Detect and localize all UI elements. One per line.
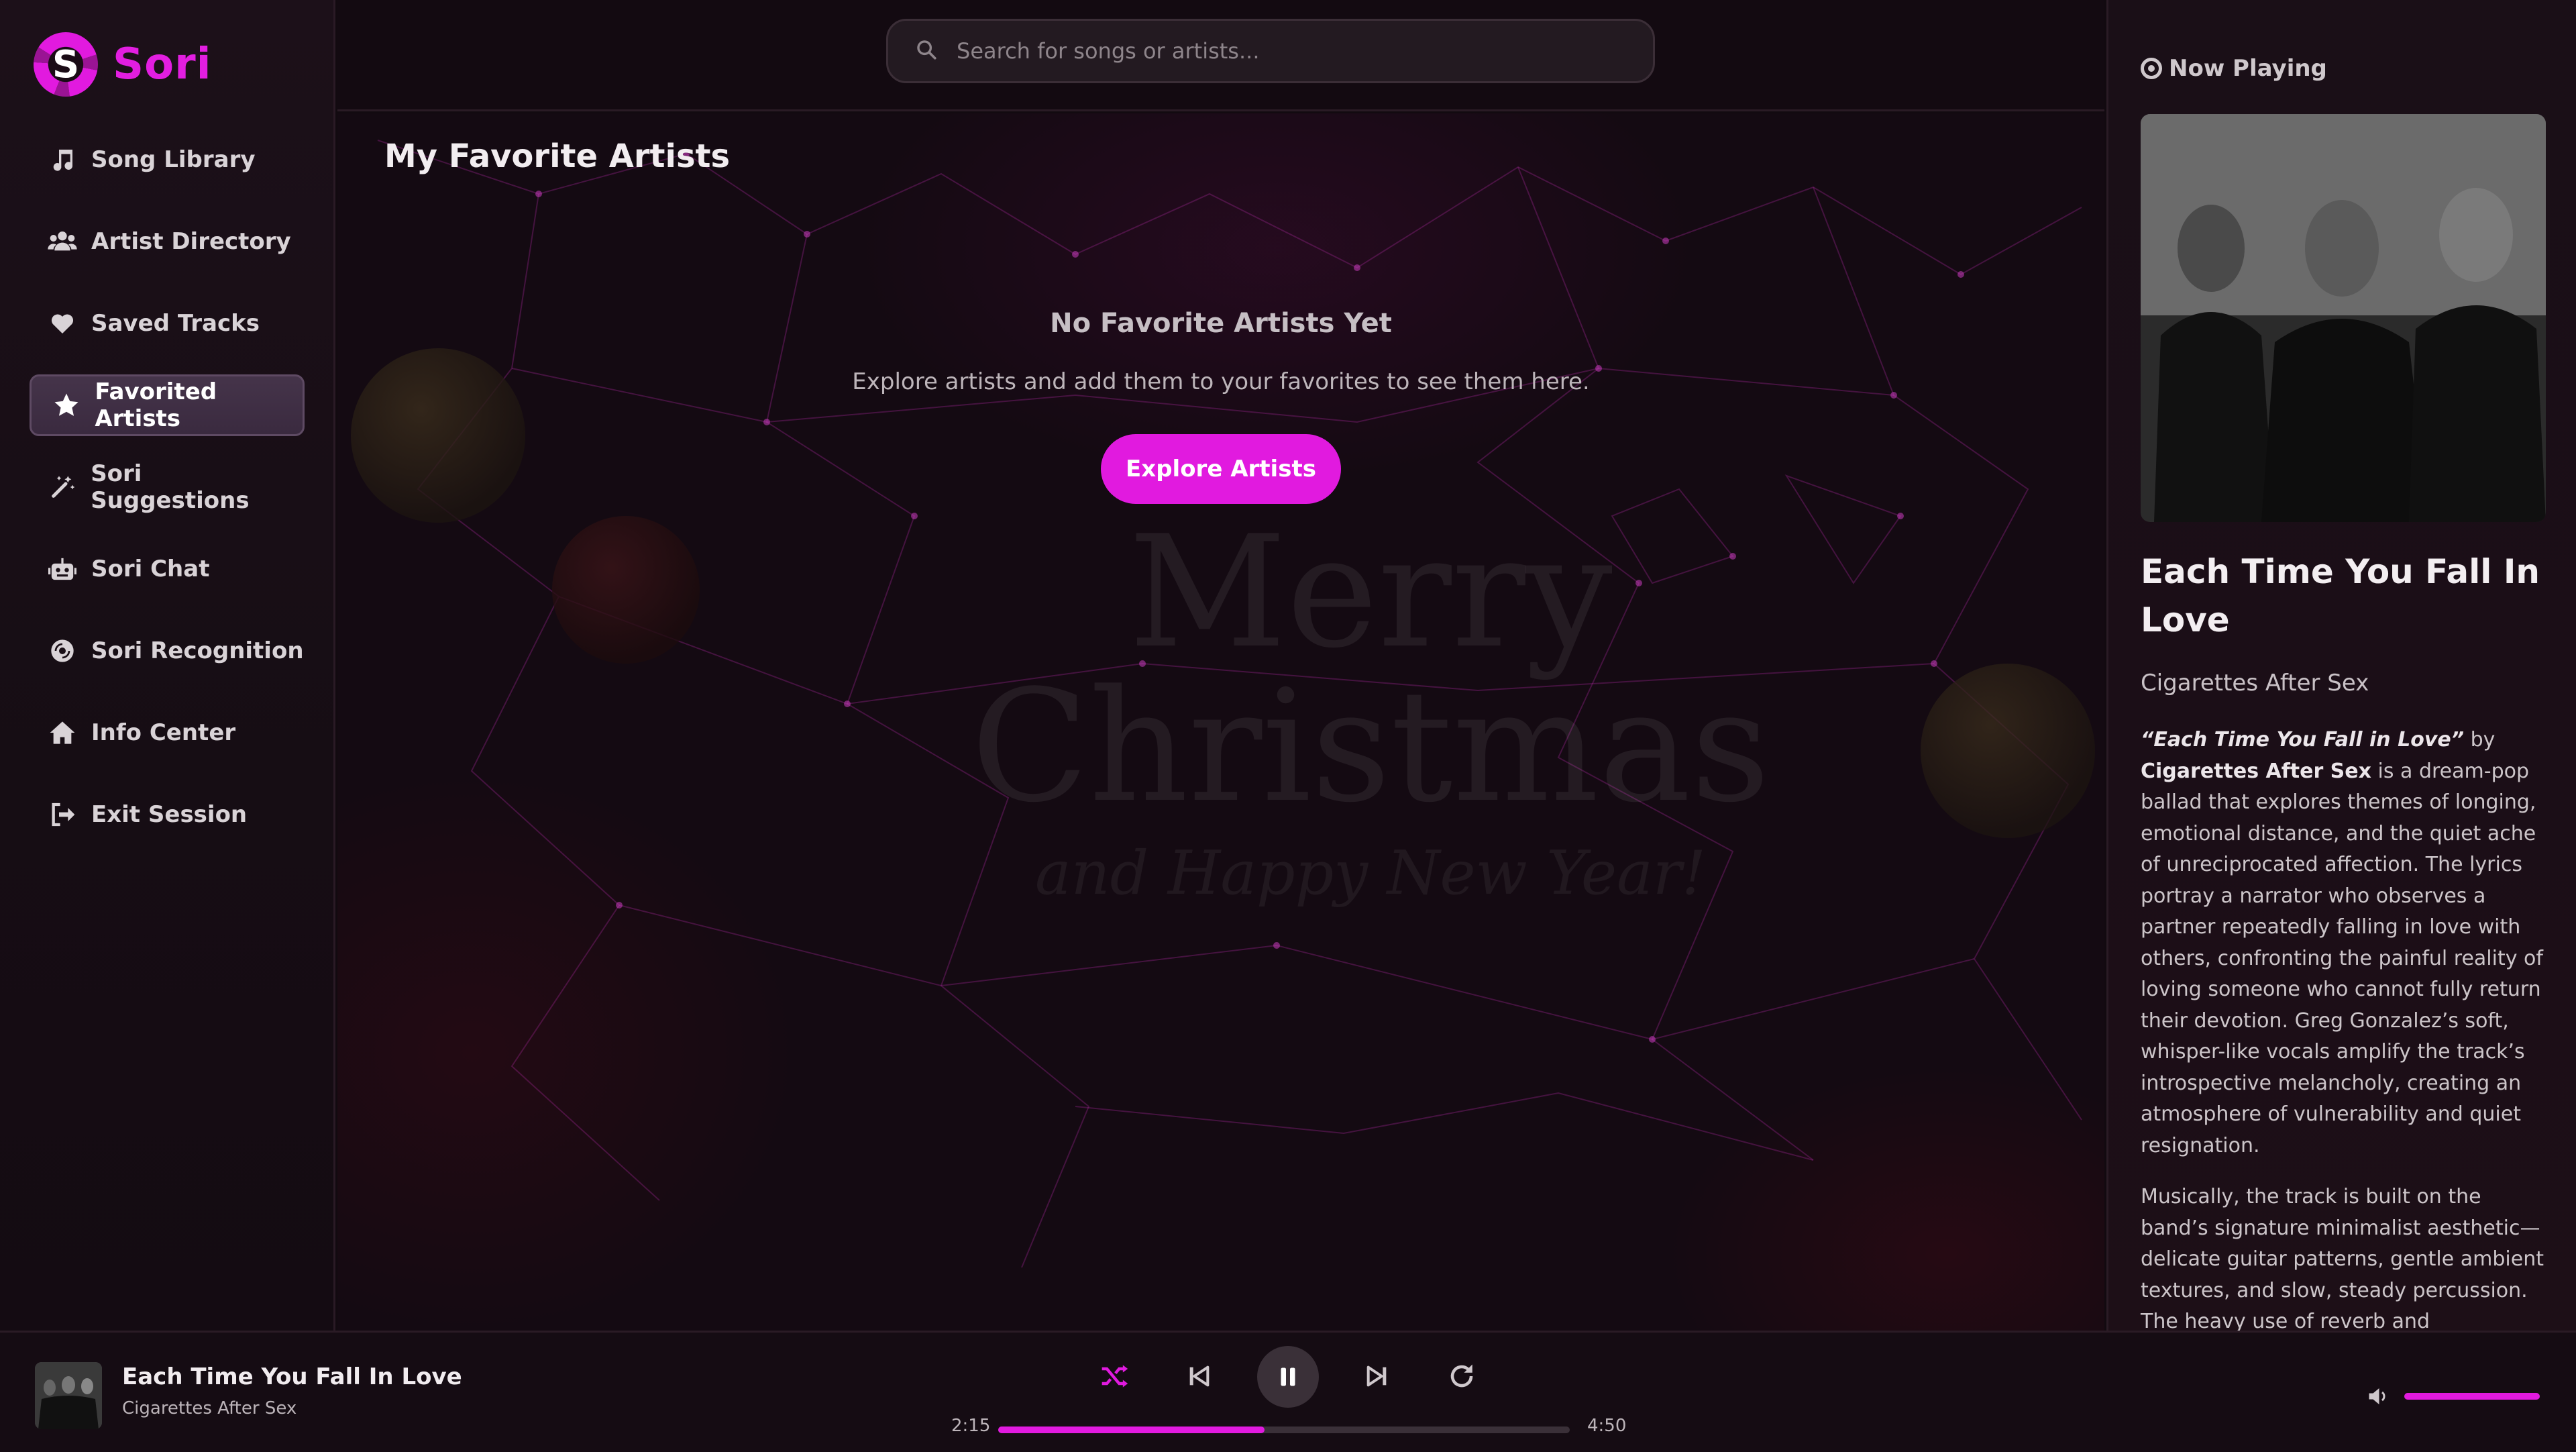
volume-icon <box>2369 1388 2385 1404</box>
album-art <box>2141 114 2546 522</box>
progress-bar[interactable] <box>998 1427 1570 1433</box>
sidebar-item-label: Sori Suggestions <box>91 460 250 514</box>
empty-state-subtitle: Explore artists and add them to your fav… <box>852 368 1590 395</box>
empty-state: No Favorite Artists Yet Explore artists … <box>337 308 2104 504</box>
sidebar-nav: Song Library Artist Directory Saved Trac… <box>30 129 305 866</box>
sidebar-item-artist-directory[interactable]: Artist Directory <box>30 211 305 272</box>
sidebar-item-favorited-artists[interactable]: Favorited Artists <box>30 374 305 436</box>
sidebar-item-sori-recognition[interactable]: Sori Recognition <box>30 620 305 682</box>
previous-button[interactable] <box>1182 1359 1216 1393</box>
ornament-decoration <box>1921 664 2095 838</box>
sidebar-item-label: Info Center <box>91 719 236 746</box>
now-playing-title: Each Time You Fall In Love <box>2141 552 2540 639</box>
sidebar-item-label: Exit Session <box>91 801 248 828</box>
description-paragraph: Musically, the track is built on the ban… <box>2141 1185 2544 1331</box>
magic-wand-icon <box>47 472 77 503</box>
sidebar-item-label: Saved Tracks <box>91 310 260 337</box>
logo-mark-icon: S <box>34 32 98 97</box>
volume-slider[interactable] <box>2404 1393 2540 1400</box>
pause-button[interactable] <box>1257 1346 1319 1408</box>
robot-icon <box>47 554 78 584</box>
progress-fill <box>998 1427 1265 1433</box>
heart-icon <box>47 308 78 339</box>
record-icon <box>47 635 78 666</box>
now-playing-heading: Now Playing <box>2141 55 2327 82</box>
search-bar[interactable] <box>886 19 1655 83</box>
skip-back-icon <box>1189 1365 1210 1387</box>
sidebar-item-label: Sori Chat <box>91 556 210 582</box>
sidebar-item-sori-chat[interactable]: Sori Chat <box>30 538 305 600</box>
repeat-icon <box>1450 1364 1473 1388</box>
player-track-artist: Cigarettes After Sex <box>122 1398 297 1418</box>
shuffle-icon <box>1102 1365 1128 1388</box>
main-content: Merry Christmas and Happy New Year! My F… <box>337 113 2104 1331</box>
ornament-decoration <box>552 516 700 664</box>
explore-artists-button[interactable]: Explore Artists <box>1101 434 1341 504</box>
star-icon <box>52 390 81 421</box>
sidebar-item-label: Favorited Artists <box>95 378 217 432</box>
sidebar-item-label: Sori Recognition <box>91 637 304 664</box>
top-bar <box>337 0 2104 111</box>
volume-fill <box>2404 1393 2540 1400</box>
sidebar: S Sori Song Library Artist Directory Sav… <box>0 0 335 1331</box>
search-input[interactable] <box>955 38 1626 64</box>
sidebar-item-info-center[interactable]: Info Center <box>30 702 305 764</box>
search-icon <box>915 38 938 64</box>
empty-state-title: No Favorite Artists Yet <box>1050 308 1392 339</box>
home-icon <box>47 717 78 748</box>
repeat-button[interactable] <box>1445 1359 1479 1393</box>
band-photo-image <box>2141 114 2546 522</box>
page-title: My Favorite Artists <box>384 138 731 175</box>
description-paragraph: “Each Time You Fall in Love” by Cigarett… <box>2141 728 2543 1157</box>
sidebar-item-sori-suggestions[interactable]: Sori Suggestions <box>30 456 305 518</box>
sidebar-item-saved-tracks[interactable]: Saved Tracks <box>30 293 305 354</box>
player-thumbnail <box>35 1362 102 1429</box>
total-duration: 4:50 <box>1587 1416 1627 1436</box>
sidebar-item-song-library[interactable]: Song Library <box>30 129 305 191</box>
skip-forward-icon <box>1366 1365 1387 1387</box>
pause-icon <box>1281 1367 1295 1386</box>
elapsed-time: 2:15 <box>951 1416 991 1436</box>
sidebar-item-label: Song Library <box>91 146 256 173</box>
song-description: “Each Time You Fall in Love” by Cigarett… <box>2141 725 2546 1331</box>
volume-button[interactable] <box>2361 1380 2395 1413</box>
app-logo[interactable]: S Sori <box>34 32 212 97</box>
next-button[interactable] <box>1360 1359 1394 1393</box>
christmas-background-text: Merry Christmas and Happy New Year! <box>971 503 1770 909</box>
sidebar-item-exit-session[interactable]: Exit Session <box>30 784 305 845</box>
now-playing-panel: Now Playing Each Time You Fall In Love C… <box>2106 0 2576 1331</box>
music-note-icon <box>47 144 78 175</box>
disc-icon <box>2141 58 2162 79</box>
sidebar-item-label: Artist Directory <box>91 228 291 255</box>
app-name: Sori <box>113 40 212 89</box>
shuffle-button[interactable] <box>1097 1359 1131 1393</box>
logout-icon <box>47 799 78 830</box>
player-track-title: Each Time You Fall In Love <box>122 1363 462 1390</box>
now-playing-artist: Cigarettes After Sex <box>2141 670 2369 696</box>
player-bar: Each Time You Fall In Love Cigarettes Af… <box>0 1331 2576 1452</box>
users-icon <box>47 226 78 257</box>
